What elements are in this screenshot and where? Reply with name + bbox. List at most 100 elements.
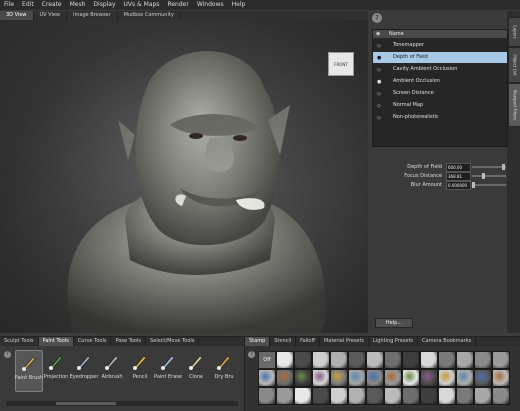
tool-projection[interactable]: Projection xyxy=(43,350,69,390)
stamp-thumbnail[interactable] xyxy=(366,387,384,405)
tab-camera-bookmarks[interactable]: Camera Bookmarks xyxy=(418,337,477,346)
stamp-thumbnail[interactable] xyxy=(402,369,420,387)
stamp-thumbnail[interactable] xyxy=(366,369,384,387)
3d-viewport[interactable]: FRONT xyxy=(0,20,368,333)
stamp-thumbnail[interactable] xyxy=(312,387,330,405)
tab-falloff[interactable]: Falloff xyxy=(296,337,320,346)
tab-select-move-tools[interactable]: Select/Move Tools xyxy=(146,337,200,346)
filter-row[interactable]: ◇ Cavity Ambient Occlusion xyxy=(373,64,507,75)
tab-3d-view[interactable]: 3D View xyxy=(0,11,34,20)
stamp-thumbnail[interactable] xyxy=(438,351,456,369)
stamp-thumbnail[interactable] xyxy=(276,369,294,387)
tab-lighting-presets[interactable]: Lighting Presets xyxy=(369,337,419,346)
stamp-thumbnail[interactable] xyxy=(420,351,438,369)
view-cube[interactable]: FRONT xyxy=(328,52,354,76)
property-slider[interactable] xyxy=(472,175,506,177)
stamp-thumbnail[interactable] xyxy=(438,387,456,405)
stamp-thumbnail[interactable] xyxy=(384,351,402,369)
tool-pencil[interactable]: Pencil xyxy=(127,350,153,390)
filter-row[interactable]: ◇ Normal Map xyxy=(373,100,507,111)
tab-sculpt-tools[interactable]: Sculpt Tools xyxy=(0,337,39,346)
stamp-thumbnail[interactable] xyxy=(474,351,492,369)
tab-stamp[interactable]: Stamp xyxy=(245,337,271,346)
viewport-filter-list[interactable]: ◉ Name ◇ Tonemapper ● Depth of Field ◇ Cavity… xyxy=(372,29,508,147)
slider-knob[interactable] xyxy=(482,173,485,179)
tab-stencil[interactable]: Stencil xyxy=(270,337,297,346)
tool-dry-bru[interactable]: Dry Bru xyxy=(211,350,237,390)
tool-paint-brush[interactable]: Paint Brush xyxy=(15,350,43,392)
stamp-thumbnail[interactable] xyxy=(492,369,510,387)
filter-disabled-icon[interactable]: ◇ xyxy=(377,67,381,73)
side-tab-object-list[interactable]: Object List xyxy=(508,47,520,83)
stamp-thumbnail[interactable] xyxy=(474,387,492,405)
property-slider[interactable] xyxy=(472,184,506,186)
stamp-help-icon[interactable]: ? xyxy=(248,351,255,358)
menu-item-windows[interactable]: Windows xyxy=(193,0,228,10)
filter-disabled-icon[interactable]: ◇ xyxy=(377,43,381,49)
menu-item-file[interactable]: File xyxy=(0,0,18,10)
property-value-field[interactable]: 600.00 xyxy=(446,163,471,172)
filter-row[interactable]: ● Depth of Field xyxy=(373,52,507,63)
stamp-thumbnail[interactable] xyxy=(348,369,366,387)
stamp-thumbnail[interactable] xyxy=(294,351,312,369)
menu-item-edit[interactable]: Edit xyxy=(18,0,38,10)
stamp-thumbnail[interactable] xyxy=(330,351,348,369)
menu-item-render[interactable]: Render xyxy=(163,0,192,10)
slider-knob[interactable] xyxy=(502,164,505,170)
menu-item-uvs-maps[interactable]: UVs & Maps xyxy=(120,0,164,10)
stamp-thumbnail[interactable] xyxy=(420,387,438,405)
stamp-thumbnail[interactable] xyxy=(384,387,402,405)
tool-eyedropper[interactable]: Eyedropper xyxy=(70,350,98,390)
stamp-thumbnail[interactable] xyxy=(456,387,474,405)
stamp-thumbnail[interactable] xyxy=(474,369,492,387)
tool-paint-erase[interactable]: Paint Erase xyxy=(154,350,182,390)
menu-item-create[interactable]: Create xyxy=(38,0,66,10)
stamp-thumbnail[interactable] xyxy=(366,351,384,369)
help-button[interactable]: Help... xyxy=(375,318,413,328)
stamp-thumbnail[interactable] xyxy=(402,351,420,369)
tool-airbrush[interactable]: Airbrush xyxy=(99,350,125,390)
stamp-thumbnail[interactable] xyxy=(456,351,474,369)
stamp-thumbnail[interactable] xyxy=(294,369,312,387)
filter-row[interactable]: ◇ Tonemapper xyxy=(373,40,507,51)
stamp-thumbnail[interactable] xyxy=(312,351,330,369)
filter-disabled-icon[interactable]: ◇ xyxy=(377,103,381,109)
filter-row[interactable]: ● Ambient Occlusion xyxy=(373,76,507,87)
side-tab-viewport-filters[interactable]: Viewport Filters xyxy=(508,83,520,127)
filter-enabled-icon[interactable]: ● xyxy=(377,55,381,61)
stamp-thumbnail[interactable] xyxy=(258,387,276,405)
property-value-field[interactable]: 368.81 xyxy=(446,172,471,181)
filter-enabled-icon[interactable]: ● xyxy=(377,79,381,85)
stamp-thumbnail[interactable] xyxy=(276,387,294,405)
stamp-thumbnail[interactable] xyxy=(438,369,456,387)
tab-mudbox-community[interactable]: Mudbox Community xyxy=(118,11,181,20)
filter-disabled-icon[interactable]: ◇ xyxy=(377,115,381,121)
filter-disabled-icon[interactable]: ◇ xyxy=(377,91,381,97)
stamp-off-button[interactable]: Off xyxy=(258,351,276,369)
slider-knob[interactable] xyxy=(472,182,475,188)
stamp-thumbnail[interactable] xyxy=(330,387,348,405)
stamp-thumbnail[interactable] xyxy=(258,369,276,387)
panel-help-icon[interactable]: ? xyxy=(372,13,382,23)
tools-scrollbar[interactable] xyxy=(6,401,238,406)
stamp-thumbnail[interactable] xyxy=(312,369,330,387)
scrollbar-thumb[interactable] xyxy=(56,402,116,405)
property-slider[interactable] xyxy=(472,166,506,168)
stamp-thumbnail[interactable] xyxy=(276,351,294,369)
menu-item-mesh[interactable]: Mesh xyxy=(66,0,90,10)
tab-image-browser[interactable]: Image Browser xyxy=(67,11,118,20)
stamp-thumbnail[interactable] xyxy=(492,387,510,405)
property-value-field[interactable]: 0.000000 xyxy=(446,181,471,190)
stamp-thumbnail[interactable] xyxy=(348,387,366,405)
stamp-thumbnail[interactable] xyxy=(294,387,312,405)
tab-uv-view[interactable]: UV View xyxy=(34,11,68,20)
tab-pose-tools[interactable]: Pose Tools xyxy=(111,337,146,346)
side-tab-layers[interactable]: Layers xyxy=(508,17,520,47)
tools-help-icon[interactable]: ? xyxy=(4,351,11,358)
stamp-thumbnail[interactable] xyxy=(456,369,474,387)
tab-curve-tools[interactable]: Curve Tools xyxy=(74,337,112,346)
menu-item-display[interactable]: Display xyxy=(89,0,119,10)
stamp-thumbnail[interactable] xyxy=(492,351,510,369)
tool-clone[interactable]: Clone xyxy=(183,350,209,390)
filter-row[interactable]: ◇ Non-photorealistic xyxy=(373,112,507,123)
